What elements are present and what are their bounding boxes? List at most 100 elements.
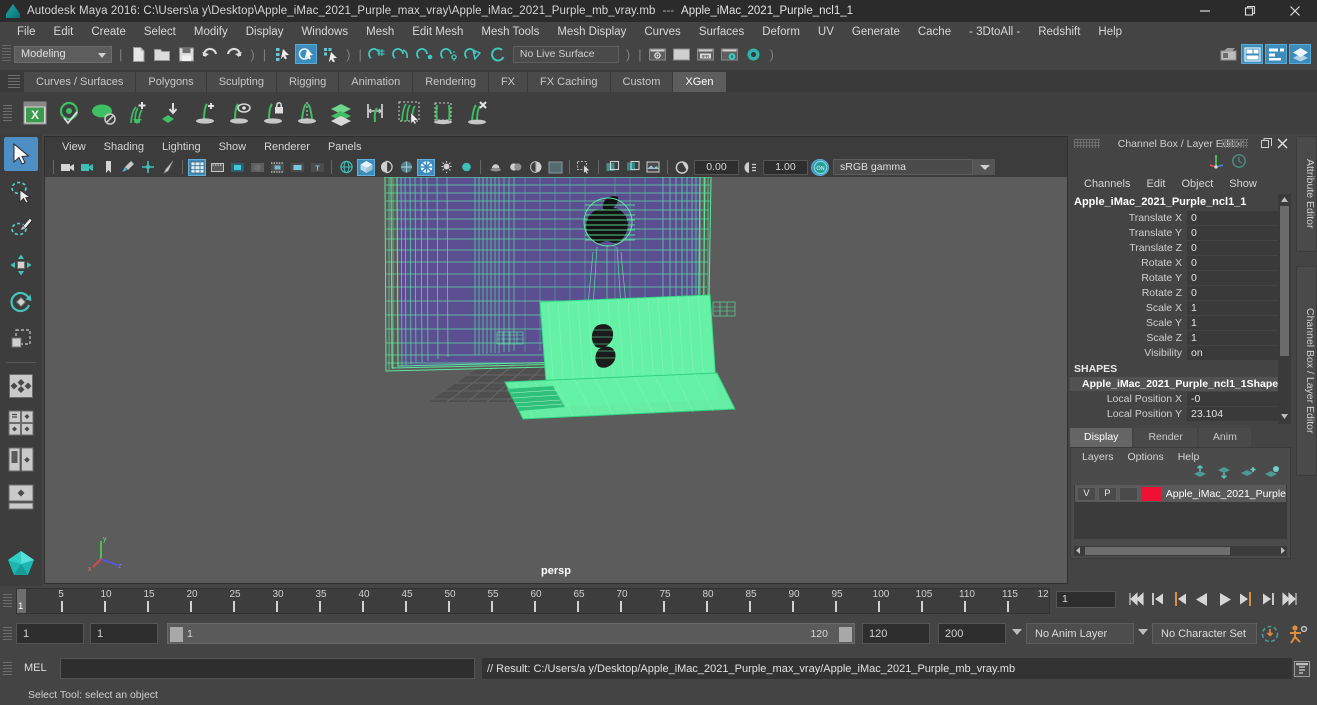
range-bar-left-handle[interactable] (170, 627, 183, 642)
channel-row-translate-y[interactable]: Translate Y 0 (1070, 225, 1291, 240)
channel-value[interactable]: 0 (1187, 285, 1291, 300)
select-hierarchy-icon[interactable] (271, 44, 293, 64)
menu-mesh-display[interactable]: Mesh Display (548, 24, 635, 40)
xgen-import-collection-icon[interactable] (154, 96, 188, 130)
channel-row-translate-z[interactable]: Translate Z 0 (1070, 240, 1291, 255)
color-management-chevron-down-icon[interactable] (973, 159, 995, 175)
panel-grip-right[interactable] (1222, 139, 1248, 148)
channel-value[interactable]: 23.104 (1187, 406, 1291, 421)
snap-projected-center-icon[interactable] (439, 44, 461, 64)
layer-tab-anim[interactable]: Anim (1198, 428, 1251, 447)
four-view-layout-button[interactable] (4, 369, 38, 403)
shelf-icon-grip[interactable] (0, 92, 14, 134)
channel-box-menu-object[interactable]: Object (1173, 177, 1221, 191)
show-channel-box-icon[interactable] (1289, 44, 1311, 64)
isolate-select-icon[interactable] (575, 159, 593, 176)
animation-preferences-icon[interactable] (1286, 624, 1308, 649)
keyframe-clock-icon[interactable] (1231, 153, 1247, 174)
xgen-add-description-icon[interactable] (120, 96, 154, 130)
new-scene-icon[interactable] (127, 44, 149, 64)
resolution-gate-icon[interactable] (228, 159, 246, 176)
command-line-grip[interactable] (3, 662, 12, 676)
gamma-icon[interactable] (742, 159, 760, 176)
xgen-move-guide-icon[interactable] (358, 96, 392, 130)
xgen-preview-icon[interactable] (52, 96, 86, 130)
layer-menu-layers[interactable]: Layers (1075, 450, 1121, 464)
use-all-lights-icon[interactable] (457, 159, 475, 176)
step-forward-keyframe-icon[interactable] (1258, 589, 1278, 609)
menu-curves[interactable]: Curves (635, 24, 689, 40)
lasso-select-tool-button[interactable] (4, 174, 38, 208)
xgen-window-icon[interactable]: X (18, 96, 52, 130)
menu-create[interactable]: Create (82, 24, 135, 40)
viewport-menu-shading[interactable]: Shading (95, 140, 153, 154)
red-marker-icon[interactable] (1253, 156, 1267, 170)
layer-tab-display[interactable]: Display (1070, 428, 1133, 447)
xgen-lock-guide-icon[interactable] (256, 96, 290, 130)
viewport-menu-panels[interactable]: Panels (319, 140, 371, 154)
show-tool-panel-icon[interactable] (1265, 44, 1287, 64)
select-tool-button[interactable] (4, 137, 38, 171)
shelf-tab-xgen[interactable]: XGen (673, 72, 727, 92)
undock-panel-icon[interactable] (1260, 137, 1273, 150)
command-input-field[interactable] (60, 658, 475, 679)
select-component-icon[interactable] (319, 44, 341, 64)
channel-row-rotate-y[interactable]: Rotate Y 0 (1070, 270, 1291, 285)
range-bar[interactable]: 1 120 (167, 623, 855, 644)
create-layer-from-selected-icon[interactable] (1264, 465, 1280, 484)
step-forward-frame-icon[interactable] (1236, 589, 1256, 609)
channel-row-scale-x[interactable]: Scale X 1 (1070, 300, 1291, 315)
channel-value[interactable]: 0 (1187, 255, 1291, 270)
xgen-add-guide-icon[interactable] (188, 96, 222, 130)
channel-box-menu-edit[interactable]: Edit (1138, 177, 1173, 191)
layer-menu-help[interactable]: Help (1171, 450, 1207, 464)
layer-playback-toggle[interactable]: P (1097, 486, 1117, 501)
exposure-icon[interactable] (673, 159, 691, 176)
channel-row-rotate-x[interactable]: Rotate X 0 (1070, 255, 1291, 270)
menu-file[interactable]: File (8, 24, 45, 40)
script-editor-icon[interactable] (1292, 658, 1312, 679)
xray-joints-icon[interactable] (604, 159, 622, 176)
multisample-anti-aliasing-icon[interactable] (546, 159, 564, 176)
viewport-menu-renderer[interactable]: Renderer (255, 140, 319, 154)
auto-keyframe-icon[interactable] (1260, 624, 1280, 649)
layer-visibility-toggle[interactable]: V (1077, 486, 1096, 501)
redo-icon[interactable] (223, 44, 245, 64)
menu-redshift[interactable]: Redshift (1029, 24, 1089, 40)
menu-mesh[interactable]: Mesh (357, 24, 403, 40)
scroll-left-icon[interactable] (1074, 542, 1083, 560)
menu-display[interactable]: Display (237, 24, 293, 40)
playback-start-time-field[interactable]: 1 (90, 623, 158, 644)
screen-space-ao-icon[interactable] (506, 159, 524, 176)
range-bar-right-handle[interactable] (839, 627, 852, 642)
maximize-button[interactable] (1227, 0, 1272, 22)
channel-row-local-position-x[interactable]: Local Position X -0 (1070, 391, 1291, 406)
live-surface-field[interactable]: No Live Surface (512, 45, 619, 63)
close-panel-icon[interactable] (1276, 137, 1289, 150)
create-new-layer-icon[interactable] (1240, 465, 1256, 484)
hypershade-icon[interactable] (743, 44, 765, 64)
wireframe-on-shaded-icon[interactable] (397, 159, 415, 176)
anim-end-chevron-down-icon[interactable] (1012, 629, 1022, 635)
snap-grid-icon[interactable] (367, 44, 389, 64)
go-to-start-icon[interactable] (1126, 589, 1146, 609)
xgen-layers-icon[interactable] (324, 96, 358, 130)
persp-graph-layout-button[interactable] (4, 443, 38, 477)
menu-select[interactable]: Select (135, 24, 185, 40)
shelf-tab-fx[interactable]: FX (488, 72, 529, 92)
shelf-tab-custom[interactable]: Custom (610, 72, 674, 92)
snap-curve-icon[interactable] (391, 44, 413, 64)
channel-value[interactable]: 0 (1187, 225, 1291, 240)
channel-row-rotate-z[interactable]: Rotate Z 0 (1070, 285, 1291, 300)
scroll-up-icon[interactable] (1278, 194, 1291, 205)
menu-surfaces[interactable]: Surfaces (690, 24, 753, 40)
channel-value[interactable]: 0 (1187, 210, 1291, 225)
viewport-menu-show[interactable]: Show (210, 140, 256, 154)
play-forwards-icon[interactable] (1214, 589, 1234, 609)
xgen-disable-preview-icon[interactable] (86, 96, 120, 130)
save-scene-icon[interactable] (175, 44, 197, 64)
channel-row-scale-z[interactable]: Scale Z 1 (1070, 330, 1291, 345)
xgen-guide-visibility-icon[interactable] (222, 96, 256, 130)
snap-point-icon[interactable] (415, 44, 437, 64)
menu-windows[interactable]: Windows (292, 24, 357, 40)
